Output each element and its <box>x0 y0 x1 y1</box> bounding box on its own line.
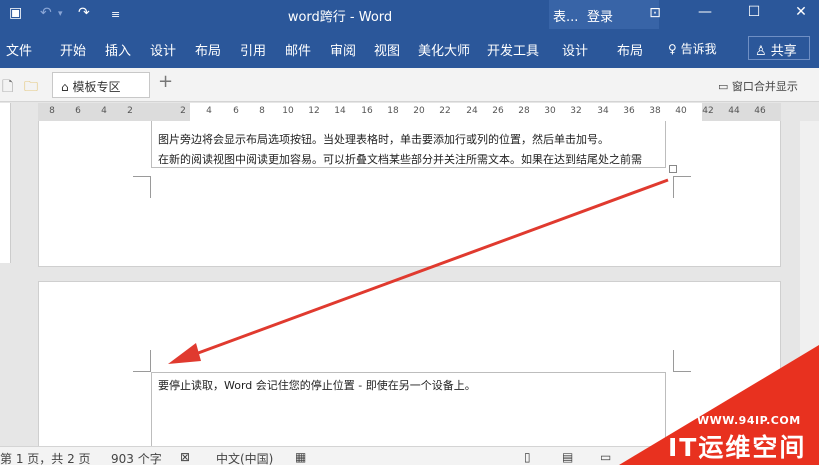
tab-view[interactable]: 视图 <box>374 40 400 59</box>
ruler-tick: 18 <box>387 106 399 116</box>
ruler-tick: 36 <box>623 106 635 116</box>
new-document-icon[interactable]: 🗋 <box>2 76 13 100</box>
tab-mailings[interactable]: 邮件 <box>285 40 311 59</box>
template-tab[interactable]: ⌂ 模板专区 <box>52 72 150 98</box>
ruler-tick: 2 <box>127 106 133 116</box>
share-label: 共享 <box>770 44 797 59</box>
horizontal-ruler[interactable]: 8 6 4 2 2 4 6 8 10 12 14 16 18 20 22 24 … <box>38 103 781 121</box>
login-button[interactable]: 登录 <box>587 6 613 25</box>
ruler-tick: 8 <box>259 106 265 116</box>
home-icon: ⌂ <box>61 80 69 94</box>
page-count[interactable]: 第 1 页，共 2 页 <box>0 450 91 465</box>
ruler-tick: 8 <box>49 106 55 116</box>
merge-windows-label: 窗口合并显示 <box>731 80 798 93</box>
folder-icon[interactable]: 🗀 <box>24 76 38 100</box>
watermark-url: WWW.94IP.COM <box>697 414 801 427</box>
tab-insert[interactable]: 插入 <box>105 40 131 59</box>
watermark-brand: IT运维空间 <box>668 433 807 462</box>
ruler-tick: 24 <box>466 106 478 116</box>
ruler-tick: 34 <box>597 106 609 116</box>
tell-me-search[interactable]: ♀ 告诉我 <box>668 40 717 57</box>
tab-table-design[interactable]: 设计 <box>562 40 588 59</box>
close-button[interactable]: ✕ <box>786 4 816 20</box>
vertical-ruler[interactable] <box>0 103 11 263</box>
ruler-tick: 26 <box>492 106 504 116</box>
table-cell-text[interactable]: 图片旁边将会显示布局选项按钮。当处理表格时，单击要添加行或列的位置，然后单击加号… <box>158 131 609 147</box>
table-border <box>665 121 666 167</box>
table-border <box>151 121 152 167</box>
ruler-tick: 44 <box>728 106 740 116</box>
tab-references[interactable]: 引用 <box>240 40 266 59</box>
ruler-tick: 12 <box>308 106 320 116</box>
ruler-tick: 20 <box>413 106 425 116</box>
ruler-tick: 22 <box>439 106 451 116</box>
ruler-tick: 32 <box>570 106 582 116</box>
ruler-tick: 14 <box>334 106 346 116</box>
tell-me-label: 告诉我 <box>680 42 717 56</box>
word-count[interactable]: 903 个字 <box>111 450 162 465</box>
person-icon: ♙ <box>755 44 767 59</box>
ruler-tick: 28 <box>518 106 530 116</box>
ribbon-display-icon[interactable]: ⊡ <box>640 5 670 21</box>
table-cell-text[interactable]: 要停止读取，Word 会记住您的停止位置 - 即使在另一个设备上。 <box>158 377 476 393</box>
ruler-tick: 6 <box>75 106 81 116</box>
maximize-button[interactable]: ☐ <box>739 4 769 20</box>
minimize-button[interactable]: — <box>690 4 720 20</box>
context-tab-title: 表... <box>553 10 579 25</box>
read-mode-icon[interactable]: ▯ <box>524 450 531 464</box>
crop-mark <box>673 176 691 198</box>
ruler-tick: 30 <box>544 106 556 116</box>
share-button[interactable]: ♙ 共享 <box>748 36 810 60</box>
ruler-tick: 10 <box>282 106 294 116</box>
template-tab-label: 模板专区 <box>72 80 121 94</box>
ruler-tick: 38 <box>649 106 661 116</box>
table-cell-text[interactable]: 在新的阅读视图中阅读更加容易。可以折叠文档某些部分并关注所需文本。如果在达到结尾… <box>158 151 642 167</box>
tab-review[interactable]: 审阅 <box>330 40 356 59</box>
crop-mark <box>133 176 151 198</box>
tab-table-layout[interactable]: 布局 <box>617 40 643 59</box>
tab-home[interactable]: 开始 <box>60 40 86 59</box>
document-page-1[interactable]: 图片旁边将会显示布局选项按钮。当处理表格时，单击要添加行或列的位置，然后单击加号… <box>38 121 781 267</box>
lightbulb-icon: ♀ <box>668 42 677 56</box>
tab-layout[interactable]: 布局 <box>195 40 221 59</box>
ruler-tick: 4 <box>101 106 107 116</box>
table-border <box>151 372 152 457</box>
add-tab-button[interactable]: + <box>158 71 173 92</box>
ruler-tick: 4 <box>206 106 212 116</box>
merge-windows-button[interactable]: ▭ 窗口合并显示 <box>718 78 798 94</box>
table-border <box>151 167 666 168</box>
document-tab-strip: 🗋 🗀 ⌂ 模板专区 + <box>0 68 819 102</box>
crop-mark <box>133 350 151 372</box>
print-layout-icon[interactable]: ▤ <box>562 450 573 464</box>
tab-developer[interactable]: 开发工具 <box>487 40 539 59</box>
ruler-tick: 46 <box>754 106 766 116</box>
ruler-tick: 42 <box>702 106 714 116</box>
table-resize-handle[interactable] <box>669 165 677 173</box>
window-icon: ▭ <box>718 80 729 93</box>
language[interactable]: 中文(中国) <box>216 450 273 465</box>
ruler-tick: 40 <box>675 106 687 116</box>
proofing-icon[interactable]: ⊠ <box>180 450 190 464</box>
tab-beautify[interactable]: 美化大师 <box>418 40 470 59</box>
tab-design[interactable]: 设计 <box>150 40 176 59</box>
ruler-tick: 16 <box>361 106 373 116</box>
tab-file[interactable]: 文件 <box>6 40 32 59</box>
ruler-tick: 6 <box>233 106 239 116</box>
table-border <box>151 372 666 373</box>
macro-icon[interactable]: ▦ <box>295 450 306 464</box>
web-layout-icon[interactable]: ▭ <box>600 450 611 464</box>
ruler-tick: 2 <box>180 106 186 116</box>
